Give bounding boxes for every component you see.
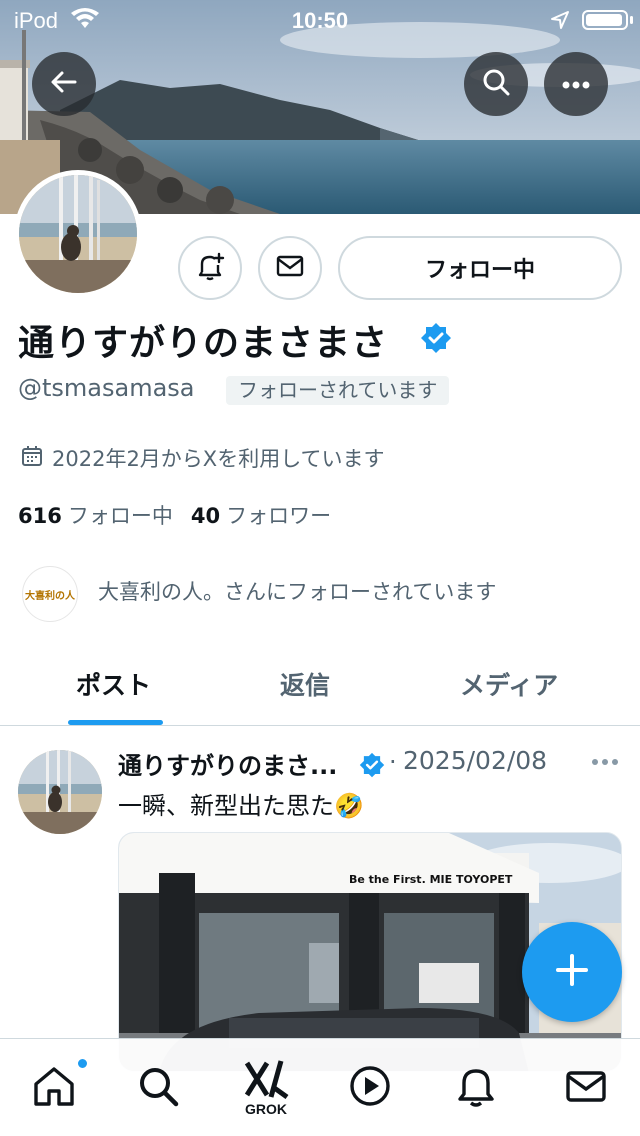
- tab-posts[interactable]: ポスト: [76, 666, 151, 702]
- battery-icon: [582, 10, 628, 30]
- grok-label: GROK: [245, 1101, 287, 1117]
- nav-search[interactable]: [118, 1039, 198, 1136]
- follows-you-badge: フォローされています: [226, 376, 450, 405]
- following-label: フォロー中: [67, 504, 173, 528]
- nav-home[interactable]: [14, 1039, 94, 1136]
- profile-tabs: ポスト 返信 メディア: [0, 640, 640, 726]
- mail-icon: [274, 250, 306, 286]
- post-author-name[interactable]: 通りすがりのまさ...: [118, 746, 337, 781]
- post-text: 一瞬、新型出た思た🤣: [118, 792, 364, 820]
- status-time: 10:50: [291, 8, 349, 33]
- verified-badge-icon[interactable]: [420, 322, 452, 358]
- post-more-button[interactable]: [590, 748, 620, 773]
- nav-grok[interactable]: GROK: [226, 1039, 306, 1136]
- followers-count: 40: [190, 504, 221, 528]
- more-icon: [592, 759, 618, 765]
- notify-button[interactable]: [178, 236, 242, 300]
- avatar-image: [19, 175, 137, 293]
- location-arrow-icon: [550, 10, 570, 36]
- active-tab-indicator: [68, 720, 163, 725]
- following-count: 616: [18, 504, 62, 528]
- follow-counts: 616 フォロー中 40 フォロワー: [18, 500, 331, 530]
- nav-messages[interactable]: [546, 1039, 626, 1136]
- calendar-icon: [20, 444, 44, 473]
- nav-notifications[interactable]: [436, 1039, 516, 1136]
- post-date[interactable]: 2025/02/08: [403, 746, 547, 775]
- back-arrow-icon: [49, 67, 79, 101]
- bottom-nav: GROK: [0, 1038, 640, 1136]
- bell-icon: [454, 1064, 498, 1112]
- home-notification-dot: [76, 1057, 89, 1070]
- compose-plus-icon: [552, 950, 592, 994]
- mutual-follower-avatar[interactable]: 大喜利の人: [22, 566, 78, 622]
- search-icon: [136, 1064, 180, 1112]
- grok-icon: [243, 1059, 289, 1103]
- following-button[interactable]: フォロー中: [338, 236, 622, 300]
- search-icon: [480, 66, 512, 102]
- post-image-sign: Be the First. MIE TOYOPET: [349, 873, 513, 886]
- nav-video[interactable]: [330, 1039, 410, 1136]
- followers-label: フォロワー: [226, 504, 332, 528]
- mail-icon: [564, 1064, 608, 1112]
- battery-tip: [630, 16, 633, 24]
- more-button[interactable]: [544, 52, 608, 116]
- home-icon: [32, 1064, 76, 1112]
- back-button[interactable]: [32, 52, 96, 116]
- post-author-avatar[interactable]: [18, 750, 102, 834]
- status-bar: iPod 10:50: [0, 0, 640, 40]
- joined-text: 2022年2月からXを利用しています: [52, 447, 385, 471]
- profile-name: 通りすがりのまさまさ: [18, 323, 389, 364]
- profile-avatar[interactable]: [14, 170, 142, 298]
- following-link[interactable]: 616 フォロー中: [18, 504, 173, 528]
- more-icon: [561, 75, 591, 94]
- profile-handle: @tsmasamasa: [18, 374, 195, 402]
- followers-link[interactable]: 40 フォロワー: [191, 504, 331, 528]
- verified-badge-icon: [359, 752, 385, 782]
- compose-button[interactable]: [522, 922, 622, 1022]
- play-icon: [348, 1064, 392, 1112]
- tab-replies[interactable]: 返信: [280, 666, 330, 702]
- bell-plus-icon: [194, 250, 226, 286]
- message-button[interactable]: [258, 236, 322, 300]
- mutual-follower-text[interactable]: 大喜利の人。さんにフォローされています: [98, 576, 496, 606]
- post-avatar-image: [18, 750, 102, 834]
- joined-date: 2022年2月からXを利用しています: [20, 443, 385, 473]
- post-separator: ·: [389, 748, 397, 776]
- tab-media[interactable]: メディア: [460, 666, 558, 702]
- search-button[interactable]: [464, 52, 528, 116]
